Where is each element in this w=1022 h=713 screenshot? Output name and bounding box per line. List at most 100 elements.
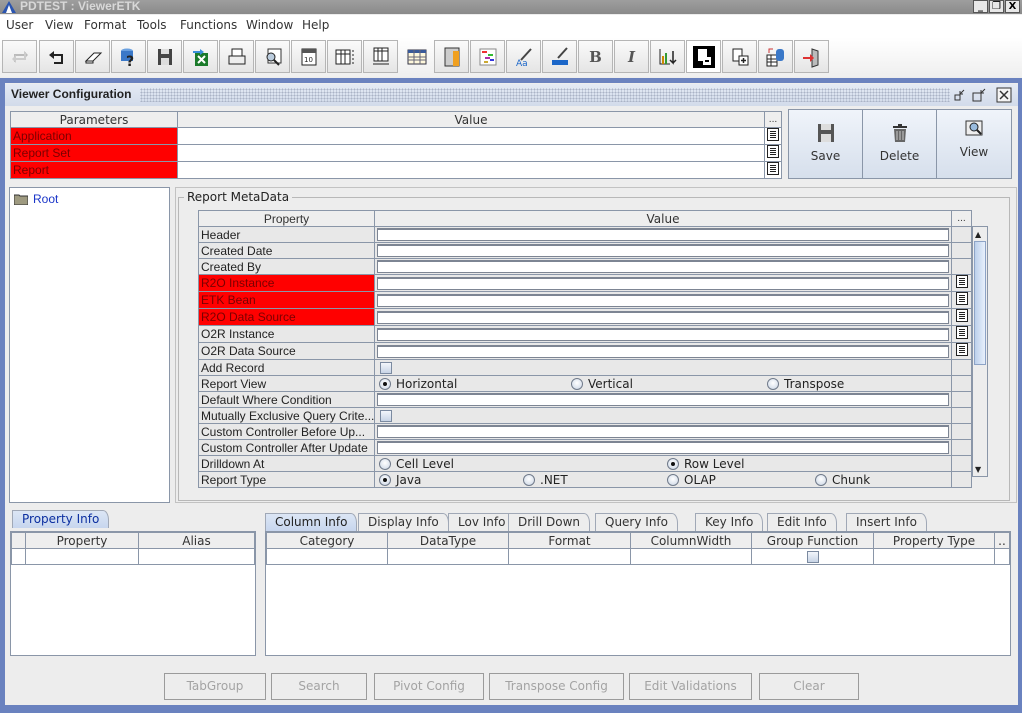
eraser-button[interactable] [75, 40, 110, 73]
scroll-up-arrow-icon[interactable]: ▲ [975, 230, 981, 239]
property-checkbox[interactable] [380, 410, 392, 422]
property-value-input[interactable] [377, 344, 949, 358]
radio-option[interactable]: OLAP [667, 473, 716, 487]
print-button[interactable] [219, 40, 254, 73]
lookup-list-icon[interactable] [955, 343, 968, 356]
tab-drill-down[interactable]: Drill Down [508, 513, 590, 531]
group-function-checkbox[interactable] [806, 551, 819, 563]
lookup-list-icon[interactable] [767, 145, 779, 158]
property-value-input[interactable] [377, 228, 949, 241]
param-value-field[interactable] [177, 127, 765, 145]
tab-column-info[interactable]: Column Info [265, 513, 358, 531]
property-value-input[interactable] [377, 244, 949, 257]
calendar-button[interactable]: 10 [291, 40, 326, 73]
lookup-list-icon[interactable] [767, 128, 779, 141]
tab-display-info[interactable]: Display Info [358, 513, 449, 531]
tree-node-root[interactable]: Root [14, 192, 58, 206]
view-button[interactable]: View [937, 110, 1011, 178]
iconify-icon[interactable] [952, 87, 968, 103]
lookup-list-icon[interactable] [955, 309, 968, 322]
save-toolbar-button[interactable] [147, 40, 182, 73]
tab-insert-info[interactable]: Insert Info [846, 513, 927, 531]
property-checkbox[interactable] [380, 362, 392, 374]
radio-button-icon[interactable] [379, 378, 391, 390]
maximize-frame-icon[interactable] [971, 87, 987, 103]
scroll-thumb[interactable] [974, 241, 986, 365]
menu-format[interactable]: Format [84, 18, 126, 32]
metadata-scrollbar[interactable]: ▲ ▼ [972, 226, 988, 477]
fill-color-button[interactable] [542, 40, 577, 73]
restore-button[interactable]: ❐ [989, 0, 1004, 13]
radio-option[interactable]: Chunk [815, 473, 870, 487]
property-value-input[interactable] [377, 276, 949, 290]
radio-option[interactable]: Transpose [767, 377, 844, 391]
menu-tools[interactable]: Tools [137, 18, 167, 32]
tab-query-info[interactable]: Query Info [595, 513, 678, 531]
param-value-field[interactable] [177, 144, 765, 162]
property-value-input[interactable] [377, 310, 949, 324]
radio-button-icon[interactable] [767, 378, 779, 390]
exit-button[interactable] [794, 40, 829, 73]
radio-option[interactable]: Row Level [667, 457, 744, 471]
font-color-button[interactable]: Aa [506, 40, 541, 73]
grid-button[interactable] [399, 40, 434, 73]
tab-property-info[interactable]: Property Info [12, 510, 110, 528]
pivot-config-button[interactable]: Pivot Config [374, 673, 484, 700]
radio-option[interactable]: Vertical [571, 377, 633, 391]
tab-lov-info[interactable]: Lov Info [448, 513, 516, 531]
menu-user[interactable]: User [6, 18, 33, 32]
column-highlight-button[interactable] [434, 40, 469, 73]
clear-button[interactable]: Clear [759, 673, 859, 700]
export-excel-button[interactable] [183, 40, 218, 73]
chart-sort-button[interactable] [650, 40, 685, 73]
lookup-list-icon[interactable] [955, 292, 968, 305]
radio-button-icon[interactable] [523, 474, 535, 486]
property-value-input[interactable] [377, 293, 949, 307]
bold-button[interactable]: B [578, 40, 613, 73]
transpose-config-button[interactable]: Transpose Config [489, 673, 624, 700]
property-value-input[interactable] [377, 441, 949, 454]
table-database-button[interactable] [758, 40, 793, 73]
property-value-input[interactable] [377, 393, 949, 406]
menu-functions[interactable]: Functions [180, 18, 237, 32]
menu-help[interactable]: Help [302, 18, 329, 32]
minimize-button[interactable]: _ [973, 0, 988, 13]
delete-button[interactable]: Delete [863, 110, 937, 178]
radio-option[interactable]: .NET [523, 473, 568, 487]
row-height-button[interactable] [327, 40, 362, 73]
edit-validations-button[interactable]: Edit Validations [629, 673, 752, 700]
property-value-input[interactable] [377, 425, 949, 438]
menu-window[interactable]: Window [246, 18, 293, 32]
radio-option[interactable]: Java [379, 473, 421, 487]
radio-button-icon[interactable] [571, 378, 583, 390]
lookup-list-icon[interactable] [955, 275, 968, 288]
search-button[interactable]: Search [271, 673, 367, 700]
italic-button[interactable]: I [614, 40, 649, 73]
tab-key-info[interactable]: Key Info [695, 513, 764, 531]
property-value-input[interactable] [377, 260, 949, 273]
tabgroup-button[interactable]: TabGroup [164, 673, 266, 700]
property-value-input[interactable] [377, 327, 949, 341]
radio-button-icon[interactable] [379, 474, 391, 486]
radio-button-icon[interactable] [379, 458, 391, 470]
lookup-list-icon[interactable] [767, 162, 779, 175]
menu-view[interactable]: View [45, 18, 73, 32]
param-value-field[interactable] [177, 161, 765, 179]
radio-button-icon[interactable] [815, 474, 827, 486]
column-width-button[interactable] [363, 40, 398, 73]
radio-button-icon[interactable] [667, 474, 679, 486]
radio-option[interactable]: Horizontal [379, 377, 457, 391]
tab-edit-info[interactable]: Edit Info [767, 513, 837, 531]
table-search-button[interactable] [255, 40, 290, 73]
scroll-down-arrow-icon[interactable]: ▼ [975, 465, 981, 474]
refresh-button[interactable] [2, 40, 37, 73]
lookup-list-icon[interactable] [955, 326, 968, 339]
color-chart-button[interactable] [470, 40, 505, 73]
radio-button-icon[interactable] [667, 458, 679, 470]
remove-page-button[interactable] [686, 40, 721, 73]
undo-button[interactable] [39, 40, 74, 73]
radio-option[interactable]: Cell Level [379, 457, 454, 471]
close-button[interactable]: X [1005, 0, 1020, 13]
query-button[interactable]: ? [111, 40, 146, 73]
close-frame-icon[interactable] [996, 87, 1012, 103]
